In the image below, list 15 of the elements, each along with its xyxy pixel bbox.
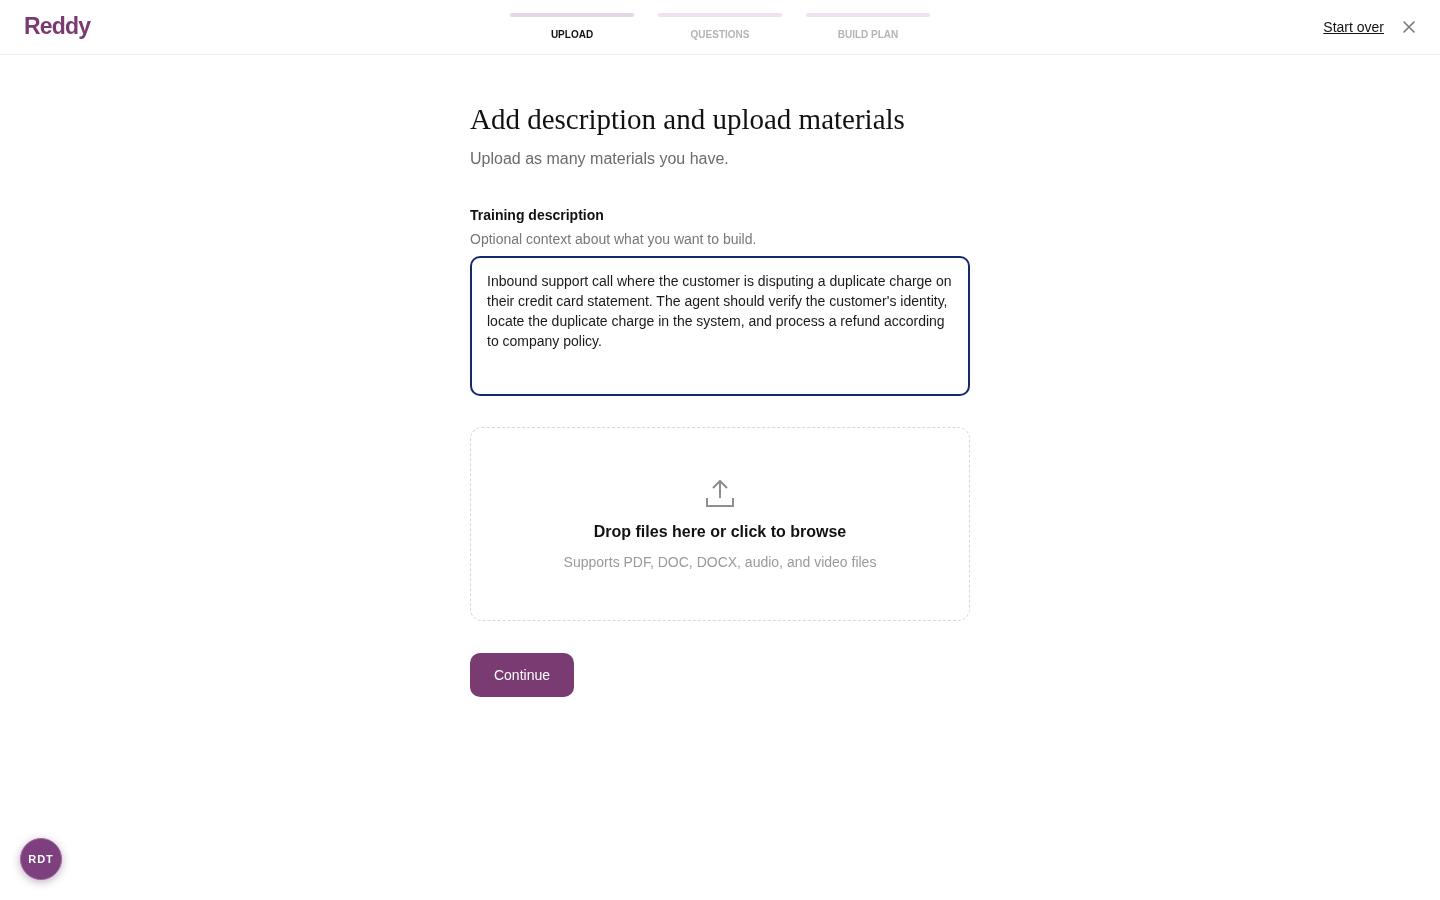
file-drop-zone[interactable]: Drop files here or click to browse Supports PDF, DOC, DOCX, audio, and video files <box>470 427 970 621</box>
start-over-link[interactable]: Start over <box>1323 19 1384 35</box>
close-icon[interactable] <box>1402 20 1416 34</box>
field-hint: Optional context about what you want to build. <box>470 230 758 248</box>
page-subtitle: Upload as many materials you have. <box>470 149 730 169</box>
continue-button[interactable]: Continue <box>470 653 574 697</box>
description-field[interactable]: Inbound support call where the customer is disputing a duplicate charge on their credit card statement. The agent should verify the customer's identity, locate the duplicate charge in the system, and process a refund according to company policy. <box>470 256 970 396</box>
field-label: Training description <box>470 206 605 224</box>
user-avatar[interactable]: RDT <box>20 838 62 880</box>
page-title: Add description and upload materials <box>470 102 906 137</box>
logo: Reddy <box>24 12 91 40</box>
drop-zone-title: Drop files here or click to browse <box>593 523 847 541</box>
drop-zone-hint: Supports PDF, DOC, DOCX, audio, and video files <box>563 554 877 570</box>
step-tab[interactable]: UPLOAD <box>550 29 594 40</box>
upload-icon <box>705 479 735 508</box>
